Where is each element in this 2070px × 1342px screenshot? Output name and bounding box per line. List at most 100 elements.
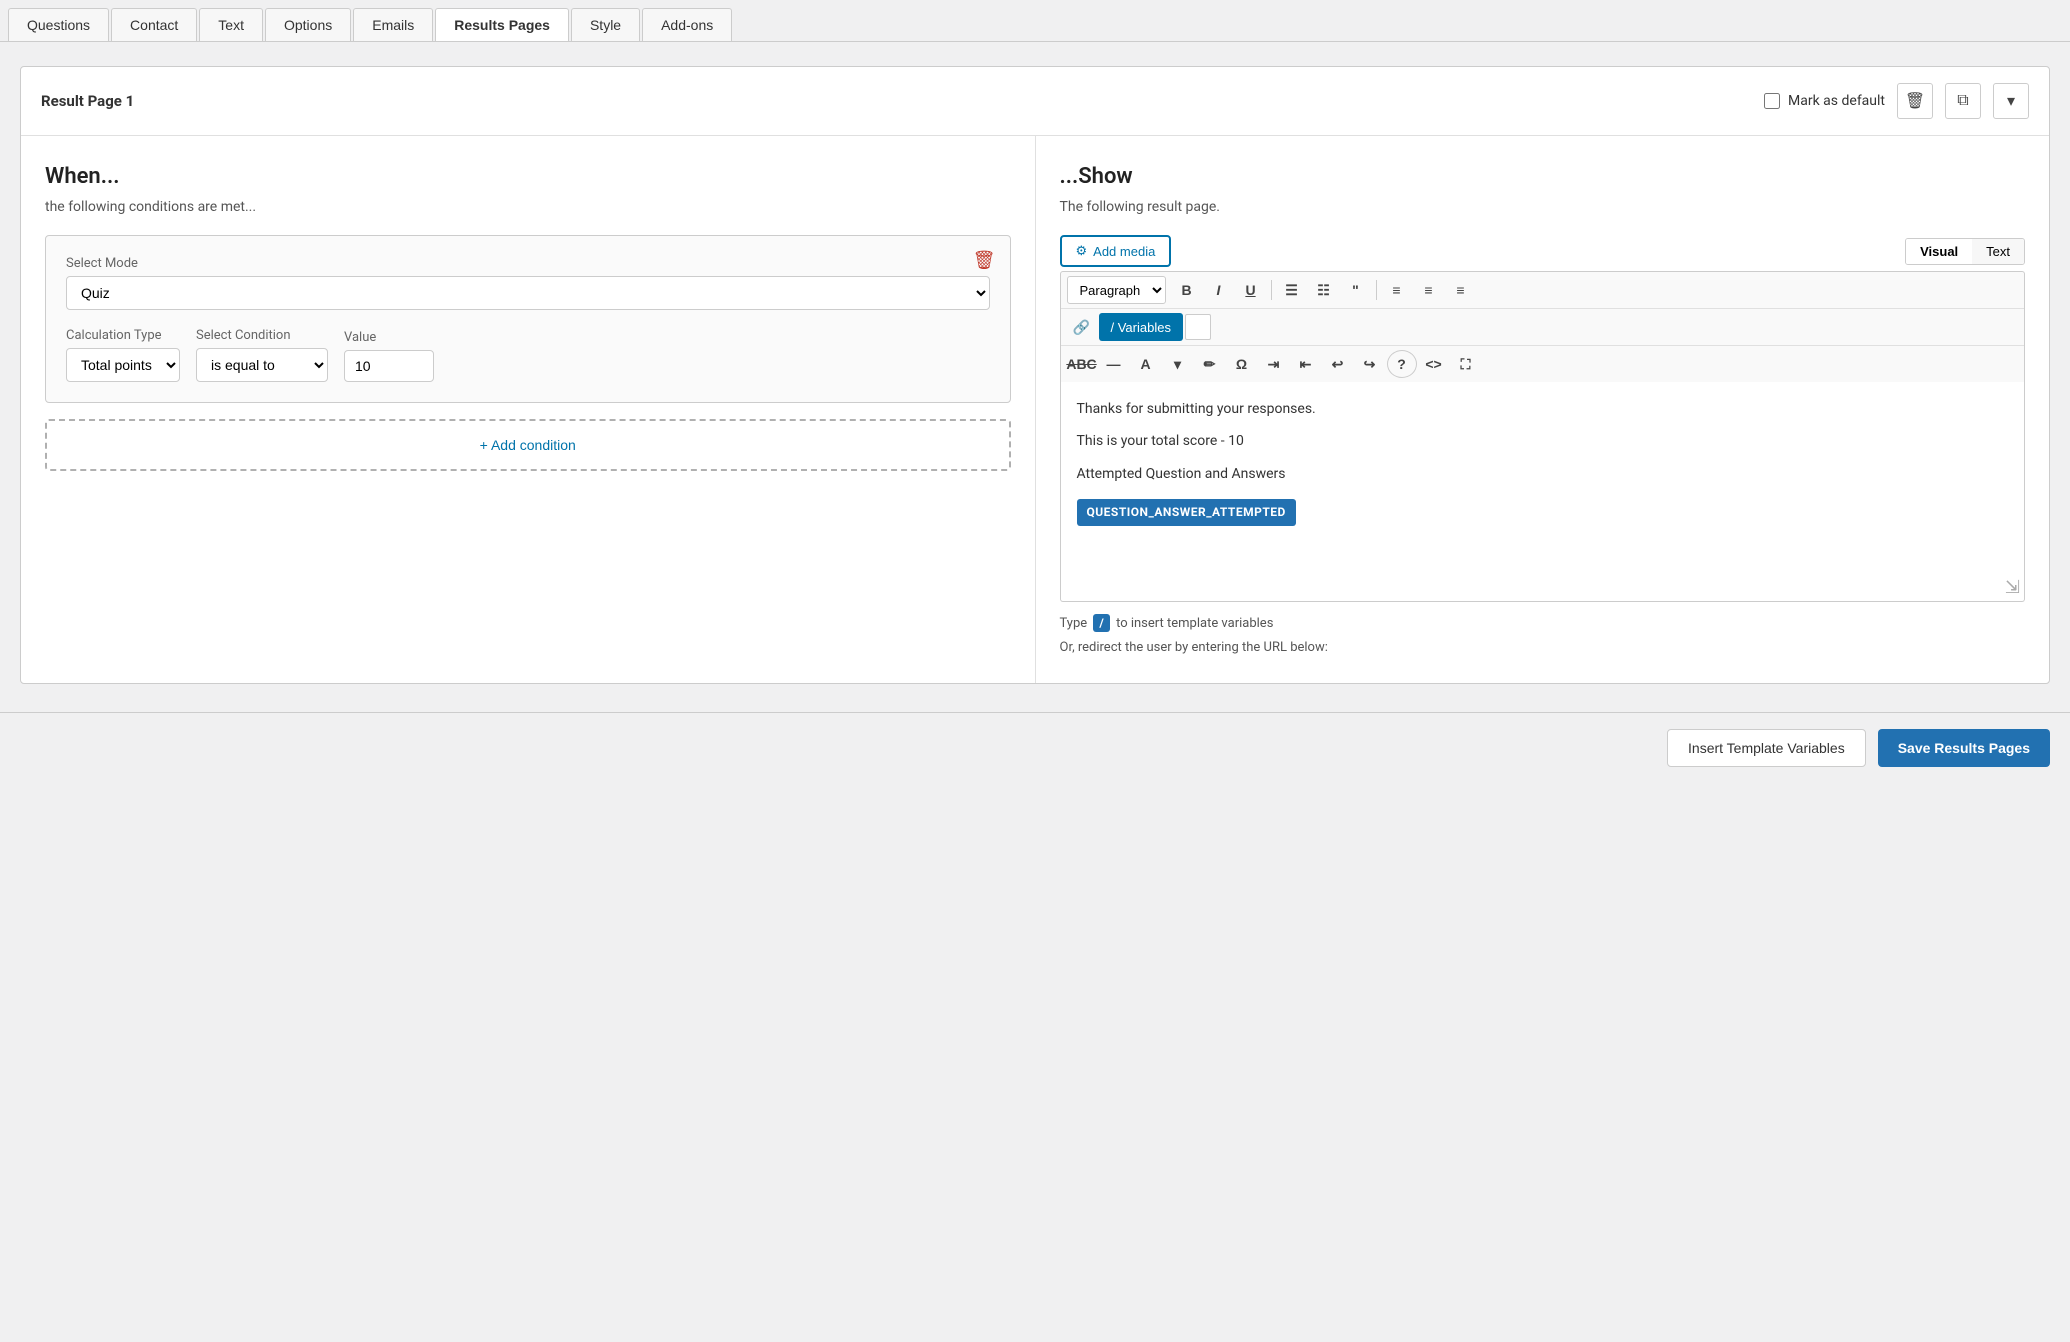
save-results-button[interactable]: Save Results Pages	[1878, 729, 2050, 767]
italic-button[interactable]: I	[1204, 276, 1234, 304]
chevron-down-icon: ▾	[2007, 91, 2015, 111]
bullet-list-button[interactable]: ☰	[1277, 276, 1307, 304]
show-heading: ...Show	[1060, 164, 2026, 189]
color-dropdown-arrow[interactable]: ▾	[1163, 350, 1193, 378]
help-button[interactable]: ?	[1387, 350, 1417, 378]
editor-line-1: Thanks for submitting your responses.	[1077, 398, 2009, 420]
trash-icon: 🗑	[1905, 91, 1925, 111]
toolbar-row-2: 🔗 / Variables	[1061, 309, 2025, 346]
value-input[interactable]	[344, 350, 434, 382]
main-content: Result Page 1 Mark as default 🗑 ⧉ ▾	[0, 42, 2070, 708]
card-header-actions: Mark as default 🗑 ⧉ ▾	[1764, 83, 2029, 119]
expand-page-button[interactable]: ▾	[1993, 83, 2029, 119]
slash-badge: /	[1093, 614, 1109, 632]
insert-template-button[interactable]: Insert Template Variables	[1667, 729, 1866, 767]
horizontal-rule-button[interactable]: —	[1099, 350, 1129, 378]
bold-button[interactable]: B	[1172, 276, 1202, 304]
duplicate-page-button[interactable]: ⧉	[1945, 83, 1981, 119]
trash-condition-icon: 🗑	[973, 250, 996, 270]
paragraph-select[interactable]: ParagraphHeading 1Heading 2Heading 3Head…	[1067, 276, 1166, 304]
eraser-button[interactable]: ✏	[1195, 350, 1225, 378]
editor-line-2: This is your total score - 10	[1077, 430, 2009, 452]
select-mode-dropdown[interactable]: QuizSurveyAssessment	[66, 276, 990, 310]
underline-button[interactable]: U	[1236, 276, 1266, 304]
value-label: Value	[344, 330, 434, 345]
calc-type-label: Calculation Type	[66, 328, 180, 343]
align-center-button[interactable]: ≡	[1414, 276, 1444, 304]
align-right-button[interactable]: ≡	[1446, 276, 1476, 304]
add-condition-button[interactable]: + Add condition	[45, 419, 1011, 471]
delete-condition-button[interactable]: 🗑	[973, 250, 996, 271]
toolbar-separator-2	[1376, 280, 1377, 300]
when-heading: When...	[45, 164, 1011, 189]
mark-default-checkbox[interactable]	[1764, 93, 1780, 109]
align-left-button[interactable]: ≡	[1382, 276, 1412, 304]
calc-type-dropdown[interactable]: Total pointsPercentageCount	[66, 348, 180, 382]
editor-toolbar: ParagraphHeading 1Heading 2Heading 3Head…	[1060, 271, 2026, 382]
mark-default-label[interactable]: Mark as default	[1764, 93, 1885, 109]
tab-text[interactable]: Text	[199, 8, 263, 41]
when-panel: When... the following conditions are met…	[21, 136, 1036, 683]
resize-handle[interactable]: ⇲	[2005, 579, 2020, 597]
template-hint-1: Type	[1060, 616, 1088, 631]
blockquote-button[interactable]: "	[1341, 276, 1371, 304]
show-panel: ...Show The following result page. ⚙ Add…	[1036, 136, 2050, 683]
page-footer: Insert Template Variables Save Results P…	[0, 712, 2070, 783]
ordered-list-button[interactable]: ☷	[1309, 276, 1339, 304]
strikethrough-button[interactable]: ABC	[1067, 350, 1097, 378]
card-header: Result Page 1 Mark as default 🗑 ⧉ ▾	[21, 67, 2049, 136]
tab-options[interactable]: Options	[265, 8, 351, 41]
select-condition-label: Select Condition	[196, 328, 328, 343]
toolbar-row-3: ABC — A ▾ ✏ Ω ⇥ ⇤ ↩ ↪ ? <> ⛶	[1061, 346, 2025, 382]
fullscreen-button[interactable]: ⛶	[1451, 350, 1481, 378]
font-color-button[interactable]: A	[1131, 350, 1161, 378]
select-mode-label: Select Mode	[66, 256, 990, 271]
qa-badge: QUESTION_ANSWER_ATTEMPTED	[1077, 499, 1296, 526]
tab-results-pages[interactable]: Results Pages	[435, 8, 569, 41]
toolbar-separator-1	[1271, 280, 1272, 300]
source-code-button[interactable]: <>	[1419, 350, 1449, 378]
link-button[interactable]: 🔗	[1067, 313, 1097, 341]
select-condition-field: Select Condition is equal tois greater t…	[196, 328, 328, 382]
when-subtitle: the following conditions are met...	[45, 199, 1011, 215]
template-info: Type / to insert template variables Or, …	[1060, 614, 2026, 655]
gear-icon: ⚙	[1076, 243, 1088, 259]
condition-box: 🗑 Select Mode QuizSurveyAssessment Calcu…	[45, 235, 1011, 403]
copy-icon: ⧉	[1957, 92, 1968, 110]
tab-addons[interactable]: Add-ons	[642, 8, 732, 41]
editor-content[interactable]: Thanks for submitting your responses. Th…	[1060, 382, 2026, 602]
calc-type-field: Calculation Type Total pointsPercentageC…	[66, 328, 180, 382]
omega-button[interactable]: Ω	[1227, 350, 1257, 378]
tab-text[interactable]: Text	[1972, 239, 2024, 264]
select-mode-field: Select Mode QuizSurveyAssessment	[66, 256, 990, 310]
value-field: Value	[344, 330, 434, 382]
tab-emails[interactable]: Emails	[353, 8, 433, 41]
redirect-hint: Or, redirect the user by entering the UR…	[1060, 640, 2026, 655]
mark-default-text: Mark as default	[1788, 93, 1885, 109]
editor-line-3: Attempted Question and Answers	[1077, 463, 2009, 485]
undo-button[interactable]: ↩	[1323, 350, 1353, 378]
delete-page-button[interactable]: 🗑	[1897, 83, 1933, 119]
result-page-card: Result Page 1 Mark as default 🗑 ⧉ ▾	[20, 66, 2050, 684]
color-swatch[interactable]	[1185, 314, 1211, 340]
outdent-button[interactable]: ⇤	[1291, 350, 1321, 378]
add-media-label: Add media	[1093, 244, 1155, 259]
editor-top-bar: ⚙ Add media Visual Text	[1060, 235, 2026, 267]
tab-contact[interactable]: Contact	[111, 8, 197, 41]
indent-button[interactable]: ⇥	[1259, 350, 1289, 378]
card-body: When... the following conditions are met…	[21, 136, 2049, 683]
tab-bar: Questions Contact Text Options Emails Re…	[0, 0, 2070, 42]
condition-row: Calculation Type Total pointsPercentageC…	[66, 328, 990, 382]
visual-text-tabs: Visual Text	[1905, 238, 2025, 265]
show-subtitle: The following result page.	[1060, 199, 2026, 215]
toolbar-row-1: ParagraphHeading 1Heading 2Heading 3Head…	[1061, 272, 2025, 309]
card-title: Result Page 1	[41, 92, 134, 110]
tab-style[interactable]: Style	[571, 8, 640, 41]
add-media-button[interactable]: ⚙ Add media	[1060, 235, 1172, 267]
redo-button[interactable]: ↪	[1355, 350, 1385, 378]
tab-visual[interactable]: Visual	[1906, 239, 1972, 264]
select-condition-dropdown[interactable]: is equal tois greater thanis less thanis…	[196, 348, 328, 382]
template-hint-2: to insert template variables	[1116, 616, 1273, 631]
variables-button[interactable]: / Variables	[1099, 313, 1183, 341]
tab-questions[interactable]: Questions	[8, 8, 109, 41]
